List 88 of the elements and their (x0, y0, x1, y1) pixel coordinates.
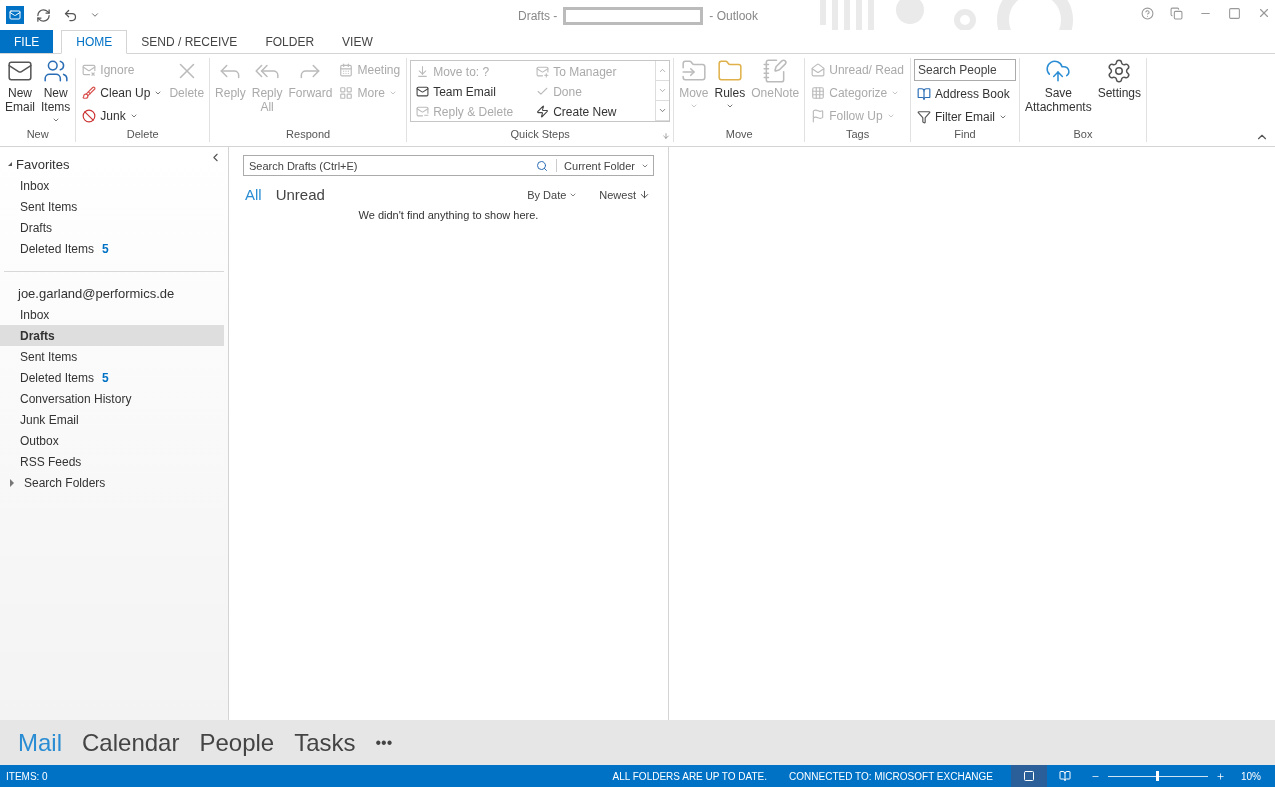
ribbon-button[interactable]: Address Book (913, 83, 1016, 104)
folder-item[interactable]: Outbox (0, 430, 224, 451)
expand-arrow-icon[interactable] (10, 478, 14, 487)
folder-item[interactable]: RSS Feeds (0, 451, 224, 472)
app-logo-icon[interactable] (6, 6, 24, 24)
ribbon-icon (1045, 58, 1072, 84)
ribbon-icon (339, 85, 354, 100)
ribbon-button[interactable]: Junk (79, 105, 166, 126)
ribbon-button[interactable]: New Email (3, 58, 37, 114)
normal-view-icon[interactable] (1011, 765, 1047, 787)
folder-item[interactable]: Deleted Items 5 (0, 238, 224, 259)
nav-item[interactable]: Calendar (82, 728, 180, 757)
ribbon-icon (82, 62, 97, 77)
ribbon-button[interactable]: Save Attachments (1022, 58, 1094, 114)
zoom-in-icon[interactable] (1216, 771, 1225, 781)
dialog-launcher-icon[interactable] (662, 132, 671, 140)
section-header[interactable]: joe.garland@performics.de (18, 285, 175, 301)
search-people-field[interactable]: Search People (913, 59, 1016, 81)
search-field[interactable]: Search Drafts (Ctrl+E) Current Folder (243, 155, 654, 176)
send-receive-icon[interactable] (36, 7, 51, 23)
quick-step-icon (536, 65, 550, 78)
ribbon-icon (339, 62, 354, 77)
folder-item[interactable]: Inbox (0, 304, 224, 325)
ribbon-icon (811, 62, 826, 77)
group-label: Find (953, 128, 977, 142)
quick-step-icon (536, 85, 550, 98)
ribbon-icon (762, 58, 789, 84)
ribbon-button[interactable]: Clean Up (79, 82, 166, 103)
filter-tab[interactable]: Unread (275, 186, 325, 203)
folder-item[interactable]: Sent Items (0, 196, 224, 217)
nav-item[interactable]: People (199, 728, 275, 757)
ribbon-icon (82, 85, 97, 100)
folder-item[interactable]: Drafts (0, 325, 224, 346)
group-label: Tags (844, 128, 871, 142)
unread-count: 5 (102, 370, 109, 385)
window-title: Drafts - (518, 9, 558, 23)
ribbon-button[interactable]: New Items (39, 58, 73, 124)
item-count: ITEMS: 0 (6, 770, 48, 782)
folder-item[interactable]: Drafts (0, 217, 224, 238)
sync-status: ALL FOLDERS ARE UP TO DATE. (612, 770, 768, 782)
folder-item[interactable]: Deleted Items 5 (0, 367, 224, 388)
zoom-thumb[interactable] (1156, 770, 1159, 781)
filter-tab[interactable]: All (245, 186, 262, 203)
sort-order-button[interactable]: Newest (595, 188, 654, 201)
more-button[interactable]: ••• (375, 733, 393, 752)
folder-item[interactable]: Search Folders (0, 472, 224, 493)
group-label: Quick Steps (509, 128, 571, 142)
unread-count: 5 (102, 241, 109, 256)
group-label: New (25, 128, 50, 142)
scope-dropdown[interactable]: Current Folder (556, 159, 653, 172)
ribbon-icon (82, 108, 97, 123)
ribbon-button[interactable]: Rules (712, 58, 748, 110)
empty-message: We didn't find anything to show here. (357, 209, 540, 221)
expand-arrow-icon[interactable] (8, 162, 12, 166)
section-header[interactable]: Favorites (16, 156, 70, 172)
folder-item[interactable]: Inbox (0, 175, 224, 196)
ribbon-icon (811, 108, 826, 123)
folder-item[interactable]: Sent Items (0, 346, 224, 367)
customize-caret-icon[interactable] (90, 10, 100, 20)
ribbon-icon (1106, 58, 1133, 84)
group-label: Delete (125, 128, 160, 142)
undo-icon[interactable] (63, 7, 78, 23)
quick-step-button[interactable]: Create New (533, 101, 654, 122)
ribbon-button[interactable]: Settings (1095, 58, 1143, 100)
ribbon-icon (916, 86, 931, 101)
search-icon[interactable] (536, 159, 549, 172)
folder-item[interactable]: Junk Email (0, 409, 224, 430)
quick-step-icon (416, 85, 430, 98)
ribbon-tab[interactable]: HOME (61, 30, 128, 54)
quick-step-icon (416, 105, 430, 118)
ribbon-button[interactable]: Filter Email (913, 106, 1016, 127)
connection-status: CONNECTED TO: MICROSOFT EXCHANGE (789, 770, 993, 782)
zoom-level: 10% (1241, 770, 1261, 782)
ribbon-icon (42, 58, 69, 84)
ribbon-icon (811, 85, 826, 100)
ribbon-tab[interactable]: FILE (0, 30, 54, 53)
quick-step-icon (416, 65, 430, 78)
group-label: Move (724, 128, 754, 142)
folder-item[interactable]: Conversation History (0, 388, 224, 409)
quick-step-button[interactable]: Team Email (413, 81, 534, 102)
sort-dropdown[interactable]: By Date (523, 188, 582, 201)
quick-step-icon (536, 105, 550, 118)
group-label: Respond (285, 128, 332, 142)
down-arrow-icon (639, 189, 650, 200)
group-label: Box (1072, 128, 1094, 142)
ribbon-icon (916, 109, 931, 124)
window-title: - Outlook (709, 9, 759, 23)
nav-item[interactable]: Tasks (294, 728, 356, 757)
